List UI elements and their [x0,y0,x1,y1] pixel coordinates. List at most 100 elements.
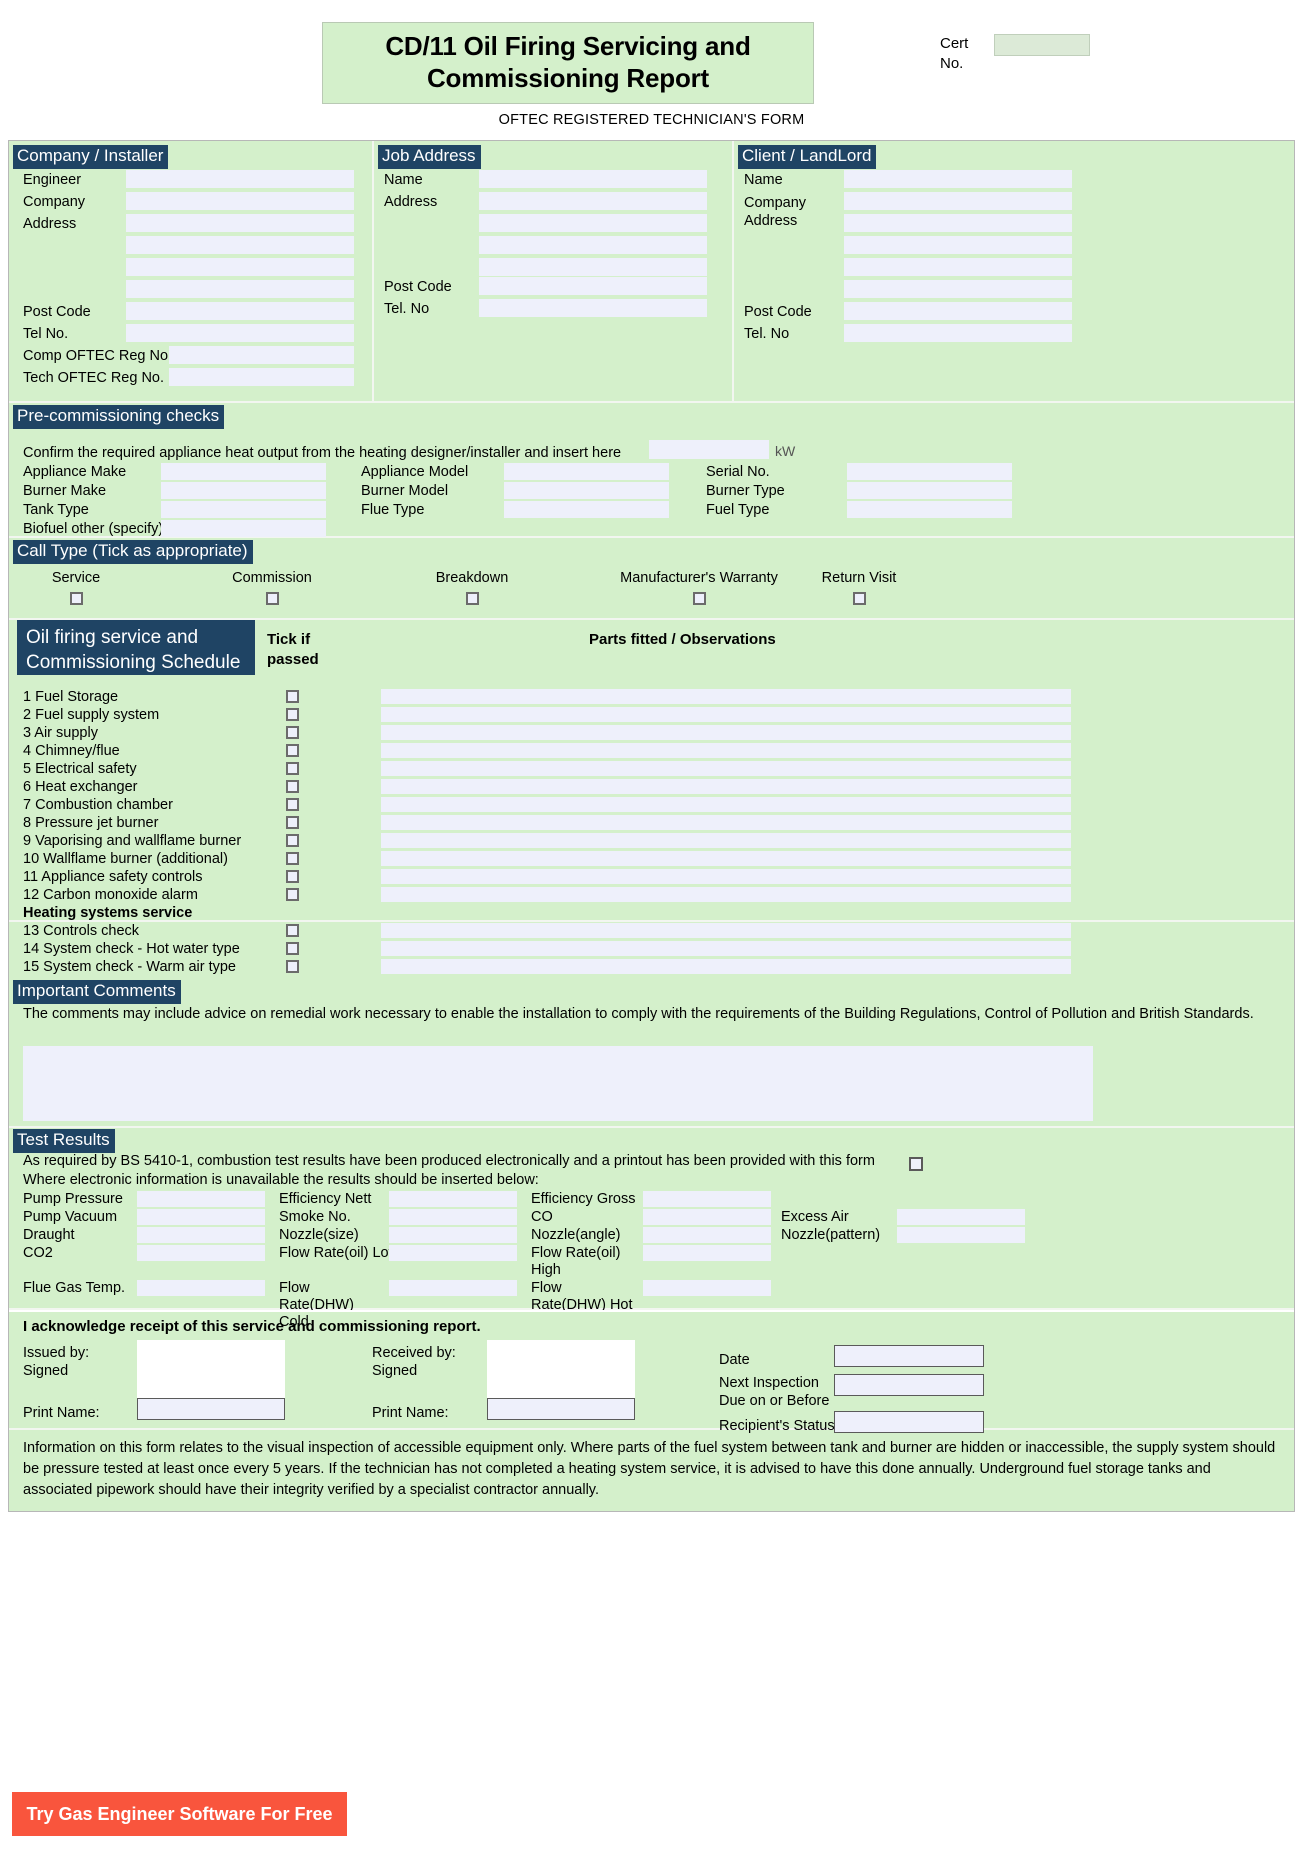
schedule-checkbox-12[interactable] [286,888,299,901]
heat-output-input[interactable] [649,440,769,459]
schedule-observation-12[interactable] [381,887,1071,902]
issued-by-signature[interactable] [137,1340,285,1398]
input-efficiency-gross[interactable] [643,1191,771,1207]
schedule-observation-13[interactable] [381,923,1071,938]
client-input-address-4[interactable] [844,280,1072,298]
input-nozzle-pattern[interactable] [897,1227,1025,1243]
schedule-checkbox-6[interactable] [286,780,299,793]
call-type-checkbox-service[interactable] [69,592,83,605]
date-input[interactable] [834,1345,984,1367]
job-input-address-1[interactable] [479,192,707,210]
schedule-checkbox-3[interactable] [286,726,299,739]
input-flow-rate-dhw-hot[interactable] [643,1280,771,1296]
company-input-tech-oftec[interactable] [169,368,354,386]
client-input-address-3[interactable] [844,258,1072,276]
try-gas-engineer-software-button[interactable]: Try Gas Engineer Software For Free [12,1792,347,1836]
client-input-name[interactable] [844,170,1072,188]
job-input-name[interactable] [479,170,707,188]
job-input-address-4[interactable] [479,258,707,276]
call-type-checkbox-commission[interactable] [265,592,279,605]
company-input-address-3[interactable] [126,258,354,276]
schedule-observation-7[interactable] [381,797,1071,812]
input-flow-rate-oil-high[interactable] [643,1245,771,1261]
client-input-address-2[interactable] [844,236,1072,254]
client-input-postcode[interactable] [844,302,1072,320]
company-input-tel[interactable] [126,324,354,342]
input-co[interactable] [643,1209,771,1225]
input-efficiency-nett[interactable] [389,1191,517,1207]
schedule-checkbox-15[interactable] [286,960,299,973]
call-type-checkbox-return-visit[interactable] [852,592,866,605]
schedule-checkbox-14[interactable] [286,942,299,955]
schedule-observation-11[interactable] [381,869,1071,884]
input-nozzle-angle[interactable] [643,1227,771,1243]
input-flow-rate-dhw-cold[interactable] [389,1280,517,1296]
call-type-option-return-visit[interactable]: Return Visit [809,570,909,605]
input-smoke-no[interactable] [389,1209,517,1225]
schedule-checkbox-11[interactable] [286,870,299,883]
job-input-address-3[interactable] [479,236,707,254]
company-input-postcode[interactable] [126,302,354,320]
company-input-company[interactable] [126,192,354,210]
call-type-option-warranty[interactable]: Manufacturer's Warranty [619,570,779,605]
schedule-checkbox-13[interactable] [286,924,299,937]
schedule-observation-4[interactable] [381,743,1071,758]
input-flow-rate-oil-low[interactable] [389,1245,517,1261]
schedule-observation-15[interactable] [381,959,1071,974]
next-inspection-input[interactable] [834,1374,984,1396]
input-tank-type[interactable] [161,501,326,518]
call-type-option-breakdown[interactable]: Breakdown [427,570,517,605]
schedule-observation-1[interactable] [381,689,1071,704]
schedule-observation-14[interactable] [381,941,1071,956]
printout-provided-checkbox[interactable] [909,1157,923,1171]
input-co2[interactable] [137,1245,265,1261]
schedule-checkbox-10[interactable] [286,852,299,865]
schedule-observation-8[interactable] [381,815,1071,830]
input-nozzle-size[interactable] [389,1227,517,1243]
received-print-name-input[interactable] [487,1398,635,1420]
input-fuel-type[interactable] [847,501,1012,518]
schedule-checkbox-7[interactable] [286,798,299,811]
cert-no-input[interactable] [994,34,1090,56]
input-pump-pressure[interactable] [137,1191,265,1207]
company-input-address-2[interactable] [126,236,354,254]
schedule-checkbox-1[interactable] [286,690,299,703]
schedule-observation-9[interactable] [381,833,1071,848]
input-serial-no[interactable] [847,463,1012,480]
input-flue-type[interactable] [504,501,669,518]
input-biofuel-other[interactable] [161,520,326,537]
company-input-address-1[interactable] [126,214,354,232]
schedule-checkbox-2[interactable] [286,708,299,721]
schedule-checkbox-5[interactable] [286,762,299,775]
input-burner-model[interactable] [504,482,669,499]
input-draught[interactable] [137,1227,265,1243]
input-burner-make[interactable] [161,482,326,499]
company-input-address-4[interactable] [126,280,354,298]
job-input-postcode[interactable] [479,277,707,295]
input-appliance-make[interactable] [161,463,326,480]
client-input-address-1[interactable] [844,214,1072,232]
company-input-comp-oftec[interactable] [169,346,354,364]
job-input-tel[interactable] [479,299,707,317]
input-pump-vacuum[interactable] [137,1209,265,1225]
schedule-checkbox-4[interactable] [286,744,299,757]
schedule-observation-6[interactable] [381,779,1071,794]
input-excess-air[interactable] [897,1209,1025,1225]
call-type-option-service[interactable]: Service [31,570,121,605]
comments-textarea[interactable] [23,1046,1093,1121]
call-type-option-commission[interactable]: Commission [227,570,317,605]
issued-print-name-input[interactable] [137,1398,285,1420]
client-input-tel[interactable] [844,324,1072,342]
job-input-address-2[interactable] [479,214,707,232]
schedule-observation-10[interactable] [381,851,1071,866]
input-appliance-model[interactable] [504,463,669,480]
schedule-observation-5[interactable] [381,761,1071,776]
call-type-checkbox-breakdown[interactable] [465,592,479,605]
schedule-checkbox-8[interactable] [286,816,299,829]
client-input-company[interactable] [844,192,1072,210]
schedule-observation-3[interactable] [381,725,1071,740]
received-by-signature[interactable] [487,1340,635,1398]
call-type-checkbox-warranty[interactable] [692,592,706,605]
input-burner-type[interactable] [847,482,1012,499]
schedule-checkbox-9[interactable] [286,834,299,847]
